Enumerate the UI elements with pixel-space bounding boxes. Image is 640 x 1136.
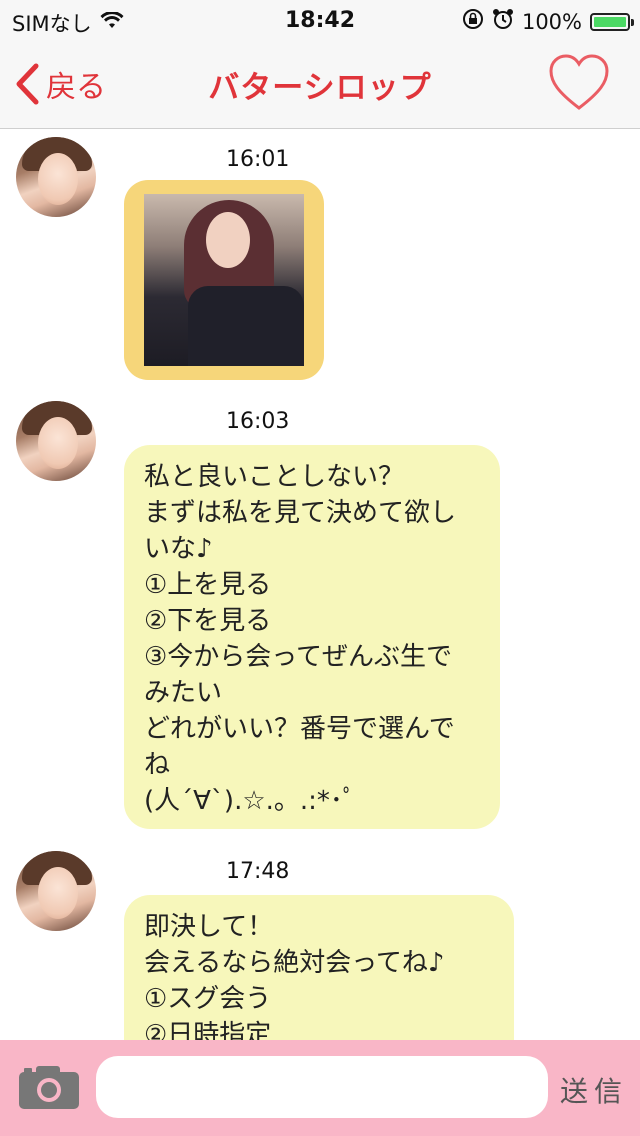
page-title: バターシロップ xyxy=(208,70,432,106)
message-time: 16:03 xyxy=(226,409,290,434)
status-right: 100% xyxy=(462,8,634,35)
battery-percent: 100% xyxy=(521,9,582,34)
camera-icon xyxy=(19,1066,79,1109)
message-line: みたい xyxy=(144,678,223,708)
avatar[interactable] xyxy=(16,851,96,931)
image-message-bubble[interactable] xyxy=(124,180,324,380)
message-line: ①上を見る xyxy=(144,570,272,600)
camera-button[interactable] xyxy=(18,1064,80,1114)
message-line: いな♪ xyxy=(144,534,213,564)
send-button[interactable]: 送信 xyxy=(560,1070,628,1110)
message-line: ね xyxy=(144,750,171,780)
message-time: 16:01 xyxy=(226,147,290,172)
message-input[interactable] xyxy=(96,1056,548,1118)
message-line: (人´∀`).☆.。.:*･ﾟ xyxy=(144,786,356,816)
message-line: ②日時指定 xyxy=(144,1020,272,1040)
message-thread[interactable]: 16:01 16:03 私と良いことしない？ まずは私を見て決めて欲し いな♪ … xyxy=(0,129,640,1040)
message-time: 17:48 xyxy=(226,859,290,884)
text-message-bubble[interactable]: 即決して！ 会えるなら絶対会ってね♪ ①スグ会う ②日時指定 xyxy=(124,895,514,1040)
avatar[interactable] xyxy=(16,137,96,217)
alarm-icon xyxy=(492,8,514,35)
message-line: 私と良いことしない？ xyxy=(144,462,405,492)
message-line: どれがいい？番号で選んで xyxy=(144,714,455,744)
message-line: ③今から会ってぜんぶ生で xyxy=(144,642,453,672)
message-composer: 送信 xyxy=(0,1040,640,1136)
rotation-lock-icon xyxy=(462,8,484,35)
heart-icon xyxy=(549,54,609,110)
favorite-button[interactable] xyxy=(548,54,610,116)
message-line: 会えるなら絶対会ってね♪ xyxy=(144,948,445,978)
message-line: まずは私を見て決めて欲し xyxy=(144,498,457,528)
text-message-bubble[interactable]: 私と良いことしない？ まずは私を見て決めて欲し いな♪ ①上を見る ②下を見る … xyxy=(124,445,500,829)
nav-bar: 戻る バターシロップ xyxy=(0,40,640,129)
message-line: ②下を見る xyxy=(144,606,272,636)
avatar[interactable] xyxy=(16,401,96,481)
message-line: ①スグ会う xyxy=(144,984,272,1014)
message-line: 即決して！ xyxy=(144,912,274,942)
battery-icon xyxy=(590,12,634,31)
message-photo[interactable] xyxy=(144,194,304,366)
status-bar: SIMなし 18:42 100% xyxy=(0,0,640,40)
